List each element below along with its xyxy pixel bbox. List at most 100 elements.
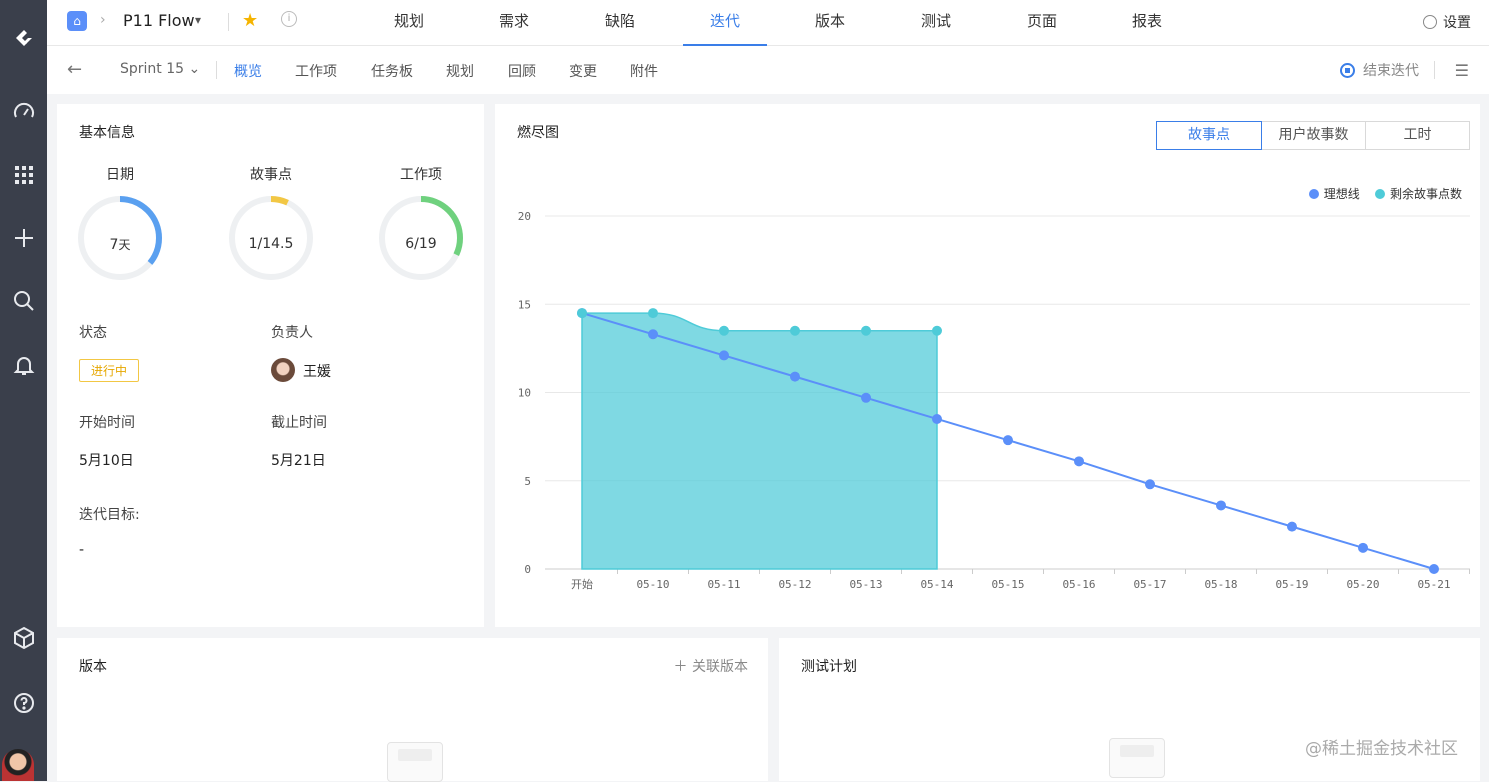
project-name[interactable]: P11 Flow [123, 11, 195, 30]
subtab-3[interactable]: 规划 [446, 61, 474, 81]
owner-avatar [271, 358, 295, 382]
cube-icon[interactable] [0, 618, 47, 658]
work-items-gauge: 工作项 6/19 [361, 164, 481, 287]
end-sprint-label: 结束迭代 [1363, 63, 1419, 79]
ideal-point [1074, 456, 1084, 467]
x-tick-label: 开始 [571, 577, 593, 591]
panel-title: 基本信息 [79, 125, 135, 141]
x-tick-label: 05-19 [1275, 578, 1308, 591]
ideal-point [932, 413, 942, 424]
y-tick-label: 10 [518, 387, 531, 400]
y-tick-label: 0 [524, 563, 531, 576]
test-plan-panel: 测试计划 @稀土掘金技术社区 [779, 638, 1480, 781]
tab-5[interactable]: 测试 [894, 0, 978, 46]
end-time-value: 5月21日 [271, 453, 326, 469]
ideal-point [1287, 521, 1297, 532]
date-gauge: 日期 7天 [60, 164, 180, 287]
user-avatar[interactable] [2, 749, 34, 781]
panel-title: 测试计划 [801, 659, 857, 675]
subtab-4[interactable]: 回顾 [508, 61, 536, 81]
divider [228, 13, 229, 31]
segment-story-points[interactable]: 故事点 [1156, 121, 1262, 150]
end-time-label: 截止时间 [271, 415, 327, 431]
apps-grid-icon[interactable] [0, 155, 47, 195]
gauge-value: 7天 [109, 237, 131, 253]
x-tick-label: 05-20 [1346, 578, 1379, 591]
settings-label: 设置 [1443, 15, 1471, 31]
remaining-point [932, 325, 942, 336]
remaining-point [790, 325, 800, 336]
top-navigation: ⌂ › P11 Flow ▾ ★ i 规划 需求 缺陷 迭代 版本 测试 页面 报表 设置 [47, 0, 1489, 46]
gauge-label: 故事点 [250, 167, 292, 183]
bell-icon[interactable] [0, 345, 47, 385]
tab-6[interactable]: 页面 [1000, 0, 1084, 46]
divider [1434, 61, 1435, 79]
star-icon[interactable]: ★ [242, 10, 258, 31]
settings-button[interactable]: 设置 [1423, 12, 1471, 32]
x-tick-label: 05-10 [636, 578, 669, 591]
y-tick-label: 15 [518, 298, 531, 311]
search-icon[interactable] [0, 281, 47, 321]
empty-state-icon [387, 742, 443, 782]
owner-label: 负责人 [271, 325, 313, 341]
remaining-point [577, 308, 587, 319]
tab-4[interactable]: 版本 [788, 0, 872, 46]
ideal-point [1429, 564, 1439, 574]
x-tick-label: 05-11 [707, 578, 740, 591]
ideal-point [861, 392, 871, 403]
list-view-icon[interactable]: ☰ [1455, 61, 1469, 80]
sprint-name: Sprint 15 [120, 61, 185, 77]
plus-icon: ＋ [673, 659, 688, 675]
divider [216, 61, 217, 79]
sprint-goal-label: 迭代目标: [79, 507, 140, 523]
basic-info-panel: 基本信息 日期 7天 故事点 1/14.5 工作项 6/19 状态 进行中 负责… [57, 104, 484, 627]
ideal-point [1216, 500, 1226, 511]
ideal-point [790, 371, 800, 382]
gauge-value: 1/14.5 [248, 236, 294, 252]
panel-title: 版本 [79, 659, 107, 675]
project-icon: ⌂ [67, 11, 87, 31]
tab-3[interactable]: 迭代 [683, 0, 767, 46]
subtab-2[interactable]: 任务板 [371, 61, 413, 81]
back-arrow-icon[interactable]: ← [67, 59, 82, 80]
x-tick-label: 05-17 [1133, 578, 1166, 591]
tab-1[interactable]: 需求 [472, 0, 556, 46]
sprint-selector[interactable]: Sprint 15 ⌄ [120, 61, 200, 77]
subtab-6[interactable]: 附件 [630, 61, 658, 81]
tab-2[interactable]: 缺陷 [578, 0, 662, 46]
status-badge[interactable]: 进行中 [79, 359, 140, 382]
watermark: @稀土掘金技术社区 [1305, 739, 1458, 759]
add-icon[interactable] [0, 218, 47, 258]
empty-state-icon [1109, 738, 1165, 778]
version-panel: 版本 ＋ 关联版本 [57, 638, 768, 782]
subtab-1[interactable]: 工作项 [295, 61, 337, 81]
x-tick-label: 05-18 [1204, 578, 1237, 591]
owner-name[interactable]: 王媛 [303, 361, 331, 381]
y-tick-label: 20 [518, 210, 531, 223]
ideal-point [1145, 479, 1155, 490]
chevron-down-icon[interactable]: ▾ [195, 13, 201, 27]
chevron-down-icon: ⌄ [188, 61, 201, 77]
x-tick-label: 05-13 [849, 578, 882, 591]
end-sprint-button[interactable]: 结束迭代 [1340, 60, 1419, 80]
tab-7[interactable]: 报表 [1105, 0, 1189, 46]
burndown-panel: 燃尽图 故事点 用户故事数 工时 理想线 剩余故事点数 0 5 10 15 20 开始 05… [495, 104, 1480, 627]
tab-0[interactable]: 规划 [367, 0, 451, 46]
remaining-area [581, 312, 938, 570]
help-icon[interactable] [0, 683, 47, 723]
start-time-label: 开始时间 [79, 415, 135, 431]
x-tick-label: 05-15 [991, 578, 1024, 591]
story-points-gauge: 故事点 1/14.5 [211, 164, 331, 287]
info-icon[interactable]: i [281, 11, 297, 27]
ideal-point [648, 329, 658, 340]
subtab-5[interactable]: 变更 [569, 61, 597, 81]
x-tick-label: 05-16 [1062, 578, 1095, 591]
ideal-point [1003, 435, 1013, 446]
start-time-value: 5月10日 [79, 453, 134, 469]
subtab-0[interactable]: 概览 [234, 61, 262, 81]
chevron-right-icon: › [100, 12, 106, 28]
dashboard-icon[interactable] [0, 92, 47, 132]
link-version-button[interactable]: ＋ 关联版本 [674, 656, 748, 676]
logo-icon[interactable] [0, 18, 47, 58]
gauge-label: 工作项 [400, 167, 442, 183]
